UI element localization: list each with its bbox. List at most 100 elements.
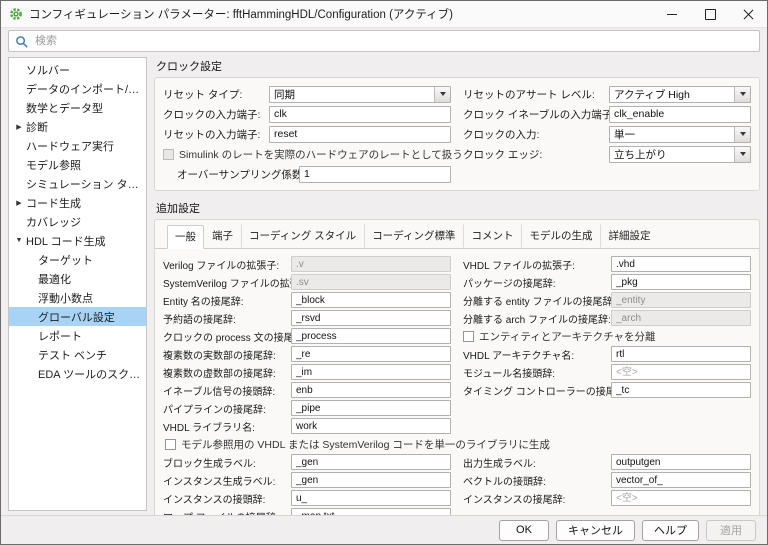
split-entity-arch-checkbox[interactable]: [463, 331, 474, 342]
tab-comments[interactable]: コメント: [463, 224, 521, 248]
tab-ports[interactable]: 端子: [204, 224, 241, 248]
sidebar-item-model-referencing[interactable]: モデル参照: [9, 155, 146, 174]
verilog-ext-field: [291, 256, 451, 272]
tree-collapsed-icon[interactable]: ▶: [14, 123, 24, 131]
sidebar-item-diagnostics[interactable]: ▶診断: [9, 117, 146, 136]
output-gen-label-label: 出力生成ラベル:: [463, 455, 611, 470]
oversampling-label: オーバーサンプリング係数:: [177, 167, 299, 182]
systemverilog-ext-field: [291, 274, 451, 290]
chevron-down-icon[interactable]: [434, 87, 450, 102]
reset-input-port-field[interactable]: [269, 126, 451, 143]
sidebar-item-math-data-types[interactable]: 数学とデータ型: [9, 98, 146, 117]
instance-gen-label-field[interactable]: [291, 472, 451, 488]
complex-imag-suffix-field[interactable]: [291, 364, 451, 380]
sidebar-tree: ソルバー データのインポート/エクス... 数学とデータ型 ▶診断 ハードウェア…: [8, 57, 147, 511]
vhdl-ext-field[interactable]: [611, 256, 751, 272]
oversampling-field[interactable]: [299, 166, 451, 183]
pipeline-suffix-field[interactable]: [291, 400, 451, 416]
tab-advanced-settings[interactable]: 詳細設定: [600, 224, 658, 248]
instance-suffix-label: インスタンスの接尾辞:: [463, 491, 611, 506]
clock-inputs-select[interactable]: 単一: [609, 126, 751, 143]
tab-coding-standards[interactable]: コーディング標準: [364, 224, 463, 248]
block-gen-label-field[interactable]: [291, 454, 451, 470]
single-library-checkbox[interactable]: [165, 439, 176, 450]
instance-suffix-field[interactable]: [611, 490, 751, 506]
additional-settings-title: 追加設定: [156, 200, 760, 216]
vhdl-library-label: VHDL ライブラリ名:: [163, 419, 291, 434]
ok-button[interactable]: OK: [499, 520, 549, 541]
package-suffix-field[interactable]: [611, 274, 751, 290]
vhdl-arch-name-field[interactable]: [611, 346, 751, 362]
sidebar-item-report[interactable]: レポート: [9, 326, 146, 345]
sidebar-item-data-import-export[interactable]: データのインポート/エクス...: [9, 79, 146, 98]
tree-expanded-icon[interactable]: ▼: [14, 237, 24, 244]
clock-input-port-field[interactable]: [269, 106, 451, 123]
chevron-down-icon[interactable]: [734, 87, 750, 102]
sidebar-item-solver[interactable]: ソルバー: [9, 60, 146, 79]
maximize-button[interactable]: [691, 1, 729, 27]
reset-input-port-label: リセットの入力端子:: [163, 127, 269, 142]
sidebar-item-simulation-target[interactable]: シミュレーション ターゲット: [9, 174, 146, 193]
tab-general[interactable]: 一般: [167, 225, 204, 249]
reset-assert-level-select[interactable]: アクティブ High: [609, 86, 751, 103]
clock-enable-port-field[interactable]: [609, 106, 751, 123]
complex-real-suffix-field[interactable]: [291, 346, 451, 362]
entity-suffix-field[interactable]: [291, 292, 451, 308]
sidebar-item-test-bench[interactable]: テスト ベンチ: [9, 345, 146, 364]
block-gen-label-label: ブロック生成ラベル:: [163, 455, 291, 470]
chevron-down-icon[interactable]: [734, 147, 750, 162]
sidebar-item-global-settings[interactable]: グローバル設定: [9, 307, 146, 326]
close-button[interactable]: [729, 1, 767, 27]
reserved-word-suffix-field[interactable]: [291, 310, 451, 326]
split-entity-suffix-field: [611, 292, 751, 308]
split-arch-suffix-label: 分離する arch ファイルの接尾辞:: [463, 311, 611, 326]
chevron-down-icon[interactable]: [734, 127, 750, 142]
clock-inputs-label: クロックの入力:: [463, 127, 609, 142]
vhdl-library-field[interactable]: [291, 418, 451, 434]
sidebar-item-eda-tool-scripts[interactable]: EDA ツールのスクリプト: [9, 364, 146, 383]
split-entity-suffix-label: 分離する entity ファイルの接尾辞:: [463, 293, 611, 308]
search-box[interactable]: [8, 30, 760, 52]
timing-controller-suffix-field[interactable]: [611, 382, 751, 398]
gear-icon: [9, 7, 23, 21]
clock-enable-port-label: クロック イネーブルの入力端子:: [463, 107, 609, 122]
complex-imag-suffix-label: 複素数の虚数部の接尾辞:: [163, 365, 291, 380]
vector-prefix-field[interactable]: [611, 472, 751, 488]
sidebar-item-optimization[interactable]: 最適化: [9, 269, 146, 288]
pipeline-suffix-label: パイプラインの接尾辞:: [163, 401, 291, 416]
entity-suffix-label: Entity 名の接尾辞:: [163, 293, 291, 308]
sidebar-item-hdl-code-generation[interactable]: ▼HDL コード生成: [9, 231, 146, 250]
output-gen-label-field[interactable]: [611, 454, 751, 470]
verilog-ext-label: Verilog ファイルの拡張子:: [163, 257, 291, 272]
clock-settings-group: リセット タイプ: 同期 クロックの入力端子: リセットの入力端子:: [154, 77, 760, 191]
module-name-prefix-field[interactable]: [611, 364, 751, 380]
cancel-button[interactable]: キャンセル: [556, 520, 635, 541]
sidebar-item-code-generation[interactable]: ▶コード生成: [9, 193, 146, 212]
simulink-rate-checkbox[interactable]: [163, 149, 174, 160]
tab-coding-style[interactable]: コーディング スタイル: [241, 224, 364, 248]
module-name-prefix-label: モジュール名接頭辞:: [463, 365, 611, 380]
clock-settings-title: クロック設定: [156, 58, 760, 74]
complex-real-suffix-label: 複素数の実数部の接尾辞:: [163, 347, 291, 362]
minimize-button[interactable]: [653, 1, 691, 27]
sidebar-item-hardware-implementation[interactable]: ハードウェア実行: [9, 136, 146, 155]
help-button[interactable]: ヘルプ: [642, 520, 699, 541]
search-input[interactable]: [33, 34, 753, 48]
tree-collapsed-icon[interactable]: ▶: [14, 199, 24, 207]
reset-assert-level-label: リセットのアサート レベル:: [463, 87, 609, 102]
sidebar-item-coverage[interactable]: カバレッジ: [9, 212, 146, 231]
search-icon: [15, 35, 28, 48]
process-suffix-field[interactable]: [291, 328, 451, 344]
reset-type-select[interactable]: 同期: [269, 86, 451, 103]
sidebar-item-target[interactable]: ターゲット: [9, 250, 146, 269]
systemverilog-ext-label: SystemVerilog ファイルの拡張子:: [163, 275, 291, 290]
vhdl-ext-label: VHDL ファイルの拡張子:: [463, 257, 611, 272]
configuration-parameters-window: コンフィギュレーション パラメーター: fftHammingHDL/Config…: [0, 0, 768, 545]
clock-edge-select[interactable]: 立ち上がり: [609, 146, 751, 163]
clock-edge-label: クロック エッジ:: [463, 147, 609, 162]
instance-gen-label-label: インスタンス生成ラベル:: [163, 473, 291, 488]
enable-prefix-field[interactable]: [291, 382, 451, 398]
sidebar-item-floating-point[interactable]: 浮動小数点: [9, 288, 146, 307]
instance-prefix-field[interactable]: [291, 490, 451, 506]
tab-model-generation[interactable]: モデルの生成: [521, 224, 600, 248]
